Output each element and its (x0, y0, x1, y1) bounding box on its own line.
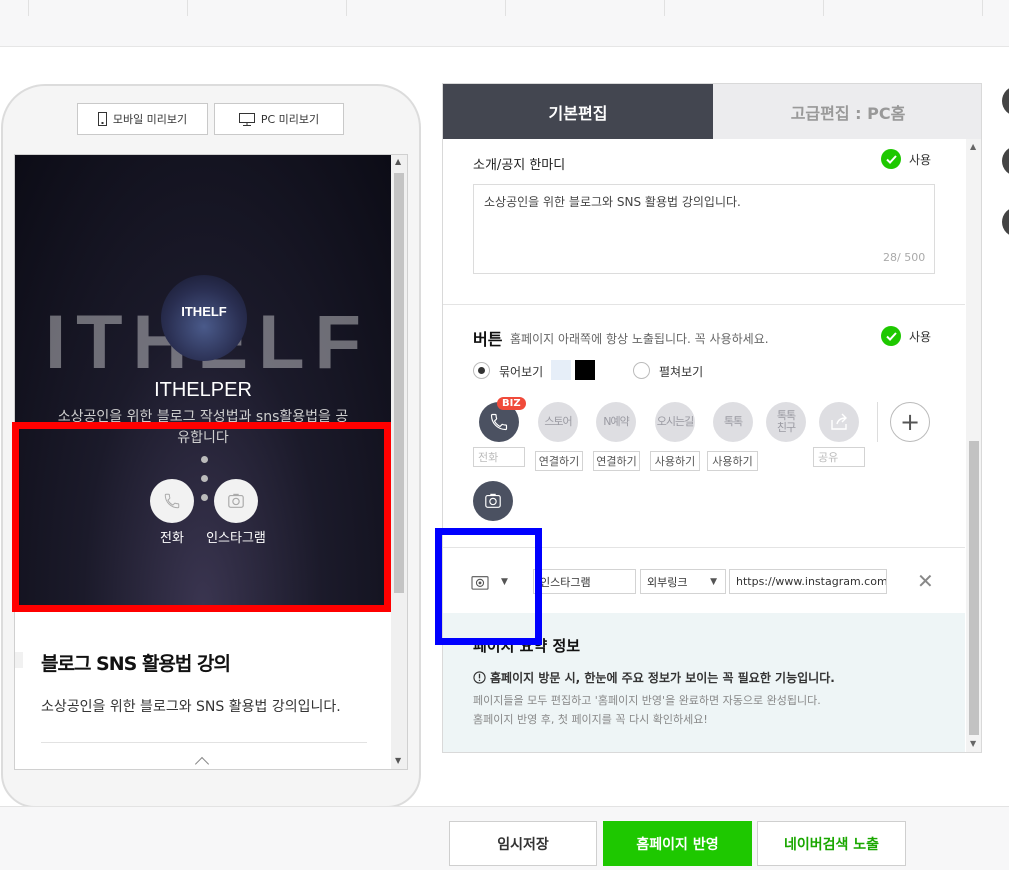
hero-title: ITHELPER (154, 379, 252, 401)
camera-icon (485, 493, 501, 508)
intro-use-toggle[interactable]: 사용 (881, 149, 931, 169)
radio-spread-label: 펼쳐보기 (659, 365, 704, 379)
article-divider (41, 742, 367, 743)
top-divider (664, 0, 665, 16)
display-mode-radio-group: 묶어보기 펼쳐보기 (473, 360, 773, 382)
check-icon (881, 326, 901, 346)
button-directions[interactable]: 오시는길 (655, 402, 695, 442)
pc-preview-label: PC 미리보기 (260, 113, 320, 126)
editor-scrollbar[interactable]: ▲ ▼ (966, 139, 981, 752)
article-title: 블로그 SNS 활용법 강의 (41, 653, 231, 675)
color-swatch-light[interactable] (551, 360, 571, 380)
button-section-title: 버튼 (473, 330, 503, 349)
share-icon (831, 413, 847, 430)
button-store[interactable]: 스토어 (538, 402, 578, 442)
top-divider (28, 0, 29, 16)
side-circle-button[interactable] (1002, 86, 1009, 116)
apply-homepage-button[interactable]: 홈페이지 반영 (603, 821, 752, 866)
intro-section-label: 소개/공지 한마디 (473, 158, 566, 173)
biz-badge: BIZ (497, 397, 526, 410)
article-description: 소상공인을 위한 블로그와 SNS 활용법 강의입니다. (41, 699, 341, 715)
mobile-preview-label: 모바일 미리보기 (112, 113, 188, 126)
button-instagram-selected[interactable] (473, 481, 513, 521)
link-type-value: 외부링크 (647, 575, 688, 589)
char-counter: 28/ 500 (883, 251, 926, 264)
preview-scrollbar[interactable]: ▲ ▼ (391, 155, 407, 769)
side-circle-button[interactable] (1002, 146, 1009, 176)
top-divider (505, 0, 506, 16)
scroll-up-arrow-icon[interactable]: ▲ (395, 157, 401, 166)
scroll-up-arrow-icon[interactable]: ▲ (970, 142, 976, 151)
top-divider (187, 0, 188, 16)
button-n-reservation[interactable]: N예약 (596, 402, 636, 442)
side-circle-button[interactable] (1002, 207, 1009, 237)
chevron-down-icon: ▼ (710, 576, 717, 587)
top-navigation-bar (0, 0, 1009, 47)
talktalk-caption[interactable]: 사용하기 (707, 451, 758, 471)
temp-save-button[interactable]: 임시저장 (449, 821, 597, 866)
naver-search-expose-button[interactable]: 네이버검색 노출 (757, 821, 906, 866)
store-caption[interactable]: 연결하기 (535, 451, 583, 471)
radio-bundle[interactable] (473, 362, 490, 379)
close-icon[interactable]: ✕ (917, 569, 934, 593)
summary-line-1: 홈페이지 방문 시, 한눈에 주요 정보가 보이는 꼭 필요한 기능입니다. (490, 671, 835, 685)
add-button[interactable]: + (890, 402, 930, 442)
summary-line-3: 홈페이지 반영 후, 첫 페이지를 꼭 다시 확인하세요! (473, 713, 708, 726)
hero-logo-text: ITHELF (181, 304, 227, 319)
button-share[interactable] (819, 402, 859, 442)
top-divider (346, 0, 347, 16)
reservation-caption[interactable]: 연결하기 (593, 451, 640, 471)
mobile-device-icon (97, 112, 107, 126)
button-use-label: 사용 (909, 329, 932, 344)
intro-use-label: 사용 (909, 152, 932, 167)
icon-row-divider (877, 402, 878, 442)
color-swatch-black[interactable] (575, 360, 595, 380)
section-divider (443, 304, 965, 305)
radio-spread[interactable] (633, 362, 650, 379)
link-type-select[interactable]: 외부링크 ▼ (640, 569, 726, 594)
monitor-icon (238, 112, 255, 126)
phone-caption-input[interactable]: 전화 (473, 447, 525, 467)
summary-notice: 홈페이지 방문 시, 한눈에 주요 정보가 보이는 꼭 필요한 기능입니다. (473, 669, 835, 686)
bottom-action-bar: 임시저장 홈페이지 반영 네이버검색 노출 (0, 806, 1009, 870)
summary-line-2: 페이지들을 모두 편집하고 '홈페이지 반영'을 완료하면 자동으로 완성됩니다… (473, 694, 821, 707)
button-talktalk-friend[interactable]: 톡톡 친구 (766, 402, 806, 442)
tab-basic-edit[interactable]: 기본편집 (443, 84, 713, 139)
intro-text-value: 소상공인을 위한 블로그와 SNS 활용법 강의입니다. (484, 195, 741, 209)
radio-bundle-label: 묶어보기 (499, 365, 544, 379)
phone-icon (490, 413, 508, 431)
article-title-marker (15, 652, 23, 668)
info-icon (473, 671, 486, 684)
editor-panel: 기본편집 고급편집 : PC홈 소개/공지 한마디 사용 소상공인을 위한 블로… (442, 83, 982, 753)
check-icon (881, 149, 901, 169)
editor-scrollbar-thumb[interactable] (969, 441, 979, 735)
annotation-red-box (12, 422, 391, 612)
intro-textarea[interactable]: 소상공인을 위한 블로그와 SNS 활용법 강의입니다. (473, 184, 935, 274)
tab-advanced-edit-pc[interactable]: 고급편집 : PC홈 (713, 84, 981, 139)
button-name-input[interactable]: 인스타그램 (533, 569, 636, 594)
top-divider (823, 0, 824, 16)
directions-caption[interactable]: 사용하기 (650, 451, 700, 471)
share-caption-input[interactable]: 공유 (813, 447, 865, 467)
chevron-up-icon[interactable] (194, 756, 210, 769)
button-talktalk[interactable]: 톡톡 (713, 402, 753, 442)
mobile-preview-button[interactable]: 모바일 미리보기 (77, 103, 208, 135)
preview-scrollbar-thumb[interactable] (394, 173, 404, 593)
button-use-toggle[interactable]: 사용 (881, 326, 931, 346)
editor-tabs: 기본편집 고급편집 : PC홈 (443, 84, 981, 139)
url-input[interactable]: https://www.instagram.com/t (729, 569, 887, 594)
annotation-blue-box (435, 528, 542, 645)
scroll-down-arrow-icon[interactable]: ▼ (970, 739, 976, 748)
top-divider (982, 0, 983, 16)
pc-preview-button[interactable]: PC 미리보기 (214, 103, 344, 135)
scroll-down-arrow-icon[interactable]: ▼ (395, 756, 401, 765)
button-section-subtitle: 홈페이지 아래쪽에 항상 노출됩니다. 꼭 사용하세요. (510, 332, 769, 346)
